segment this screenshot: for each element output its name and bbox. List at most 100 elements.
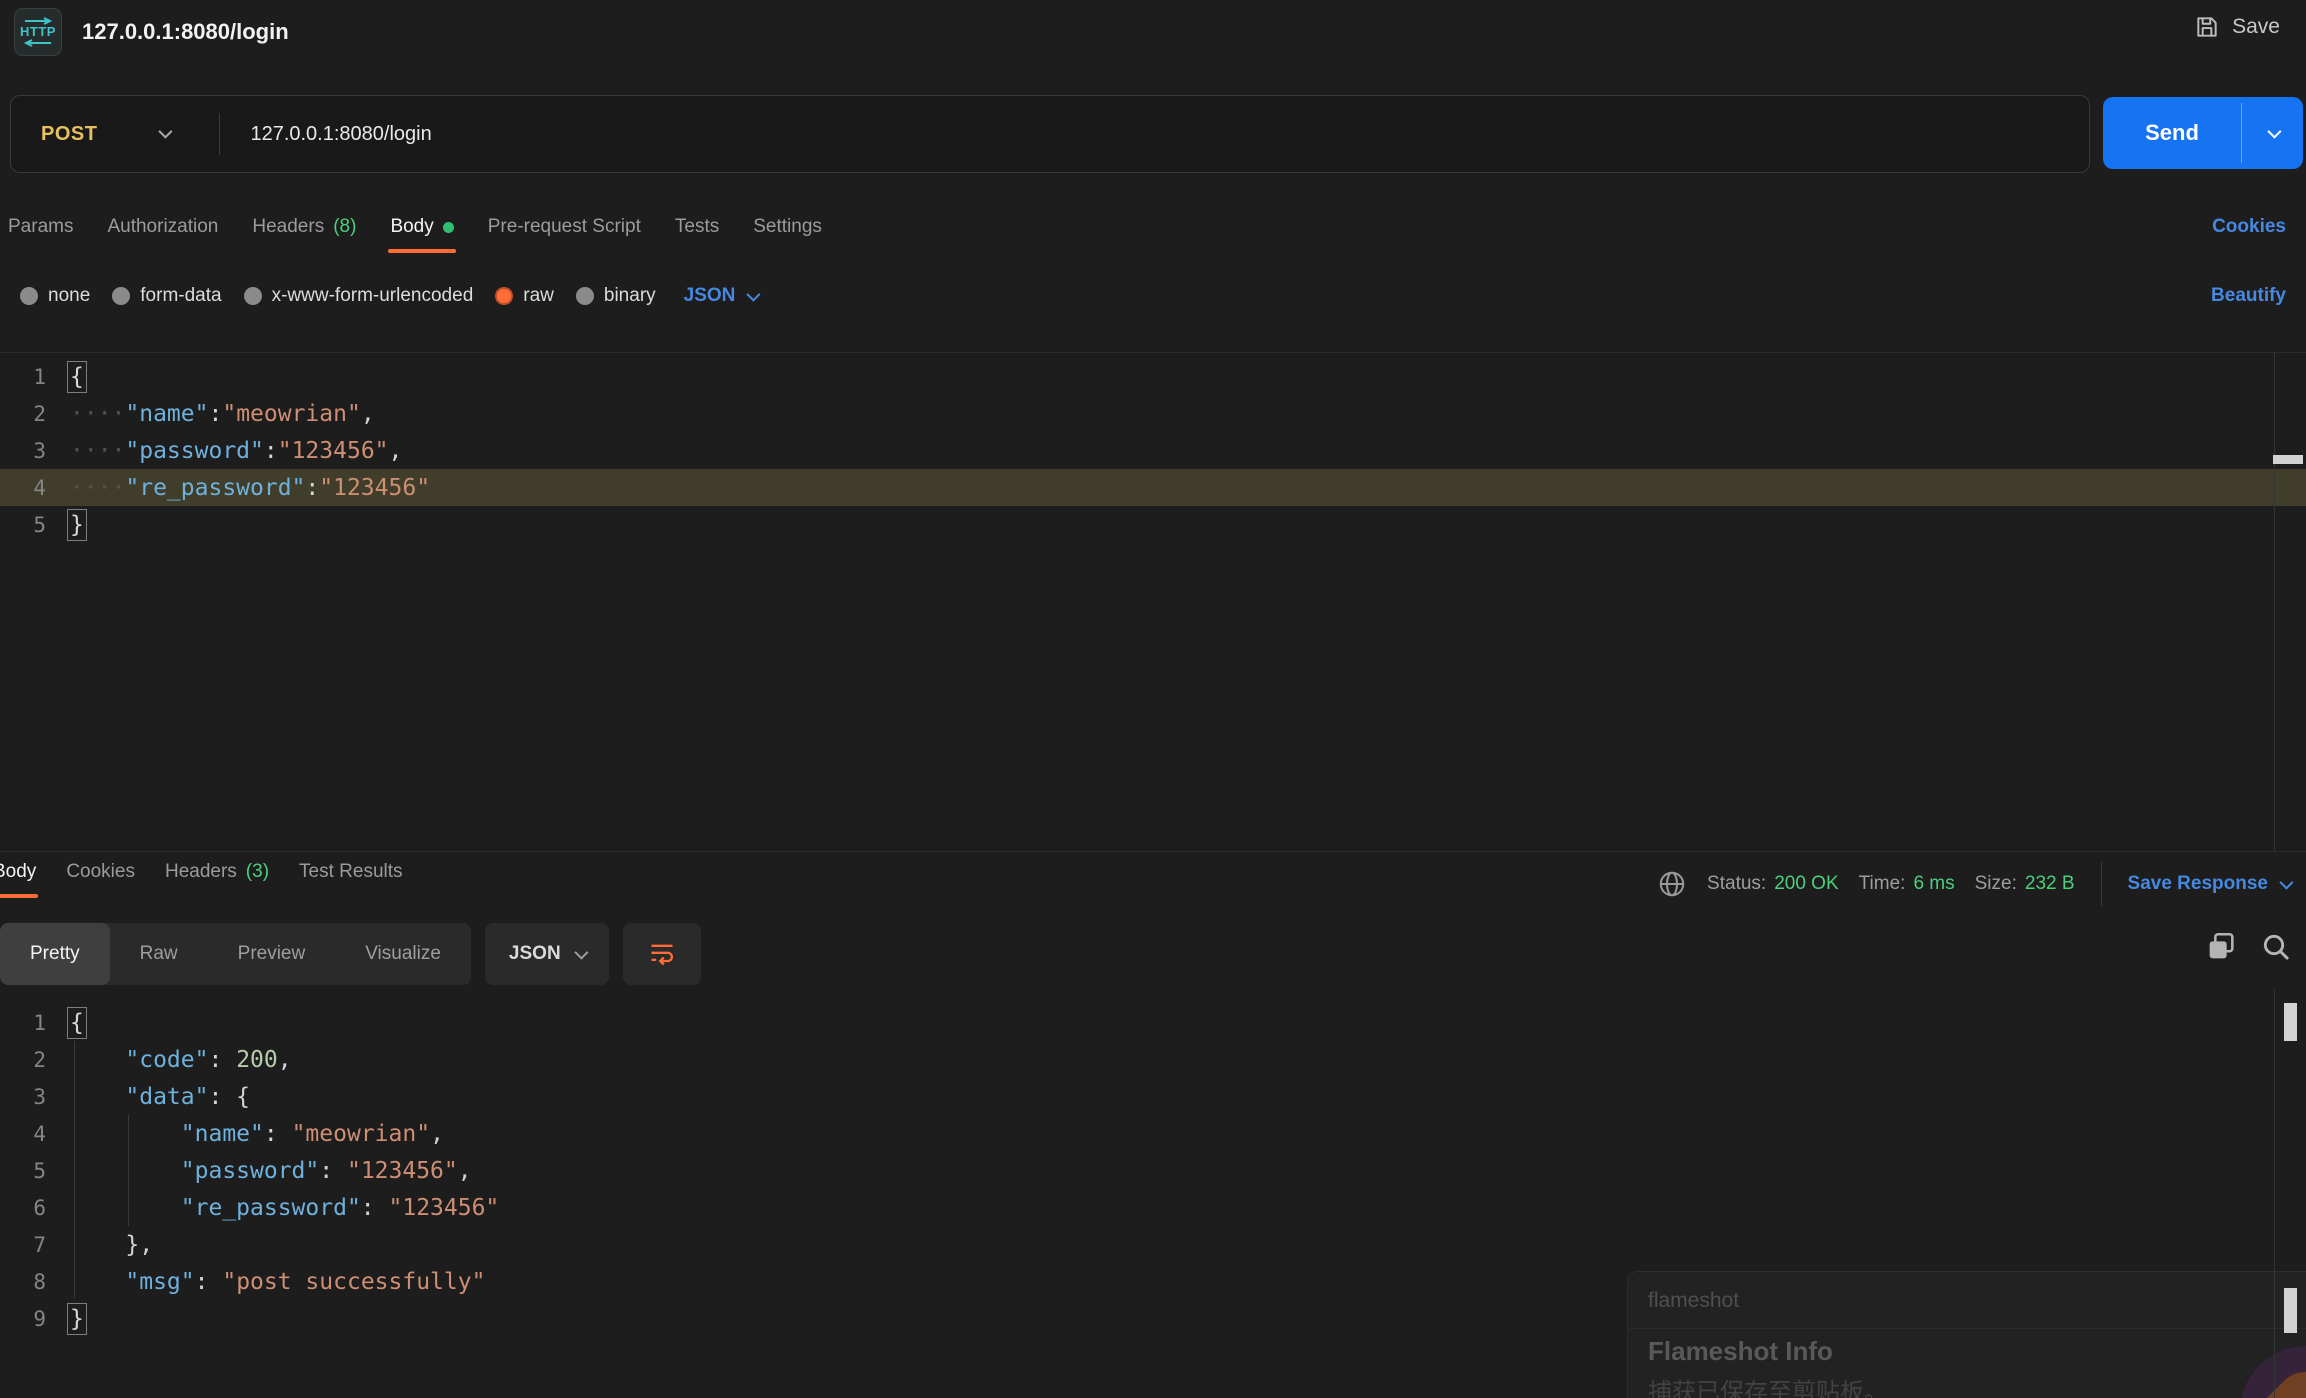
headers-count-badge: (8) xyxy=(333,216,356,238)
mode-raw[interactable]: raw xyxy=(495,285,554,307)
code-line[interactable]: 3····"password":"123456", xyxy=(0,432,2306,469)
tab-tests[interactable]: Tests xyxy=(675,216,719,253)
code-content[interactable]: "name": "meowrian", xyxy=(46,1121,444,1147)
code-line[interactable]: 5} xyxy=(0,506,2306,543)
response-view-segments: Pretty Raw Preview Visualize xyxy=(0,923,471,985)
meta-divider xyxy=(2101,862,2102,906)
mode-x-www-form-urlencoded[interactable]: x-www-form-urlencoded xyxy=(244,285,474,307)
response-tab-test-results[interactable]: Test Results xyxy=(299,861,402,898)
url-input[interactable]: 127.0.0.1:8080/login xyxy=(250,123,431,146)
code-line[interactable]: 2····"name":"meowrian", xyxy=(0,395,2306,432)
code-token: "post successfully" xyxy=(222,1269,485,1295)
response-tab-body[interactable]: Body xyxy=(0,861,36,898)
code-line[interactable]: 5 "password": "123456", xyxy=(0,1152,2306,1189)
code-token: }, xyxy=(125,1232,153,1258)
view-raw[interactable]: Raw xyxy=(110,923,208,985)
wrap-lines-button[interactable] xyxy=(623,923,701,985)
code-token: : xyxy=(319,1158,347,1184)
code-content[interactable]: { xyxy=(46,1010,84,1036)
response-tab-headers[interactable]: Headers(3) xyxy=(165,861,269,898)
code-token: ···· xyxy=(70,475,125,501)
view-pretty[interactable]: Pretty xyxy=(0,923,110,985)
code-line[interactable]: 1{ xyxy=(0,1004,2306,1041)
request-body-editor[interactable]: 1{2····"name":"meowrian",3····"password"… xyxy=(0,352,2306,857)
time-pair: Time: 6 ms xyxy=(1859,873,1955,895)
request-scroll-marker[interactable] xyxy=(2273,455,2303,464)
response-actions xyxy=(2204,930,2292,964)
radio-selected-icon[interactable] xyxy=(495,287,513,305)
response-scrollbar-thumb[interactable] xyxy=(2284,1288,2297,1333)
code-content[interactable]: "password": "123456", xyxy=(46,1158,472,1184)
request-editor-overview-ruler[interactable] xyxy=(2274,352,2275,851)
save-response-button[interactable]: Save Response xyxy=(2128,873,2290,895)
code-line[interactable]: 4····"re_password":"123456" xyxy=(0,469,2306,506)
code-token xyxy=(70,1047,125,1073)
code-content[interactable]: "msg": "post successfully" xyxy=(46,1269,485,1295)
tab-params[interactable]: Params xyxy=(8,216,73,253)
code-content[interactable]: ····"password":"123456", xyxy=(46,438,402,464)
response-editor-overview-ruler[interactable] xyxy=(2274,990,2275,1398)
code-line[interactable]: 7 }, xyxy=(0,1226,2306,1263)
view-preview[interactable]: Preview xyxy=(208,923,336,985)
mode-form-data[interactable]: form-data xyxy=(112,285,221,307)
chevron-down-icon xyxy=(747,288,761,302)
send-options-chevron-icon[interactable] xyxy=(2242,97,2303,169)
send-button-label[interactable]: Send xyxy=(2103,97,2241,169)
send-button[interactable]: Send xyxy=(2103,97,2303,169)
code-content[interactable]: { xyxy=(46,364,84,390)
request-title: 127.0.0.1:8080/login xyxy=(82,19,289,45)
view-visualize[interactable]: Visualize xyxy=(335,923,471,985)
radio-icon[interactable] xyxy=(20,287,38,305)
radio-icon[interactable] xyxy=(244,287,262,305)
line-number: 2 xyxy=(0,402,46,426)
line-number: 3 xyxy=(0,439,46,463)
code-token xyxy=(70,1269,125,1295)
method-selector[interactable]: POST xyxy=(41,123,97,146)
code-token: "name" xyxy=(125,401,208,427)
chevron-down-icon xyxy=(2279,876,2293,890)
tab-authorization[interactable]: Authorization xyxy=(107,216,218,253)
cookies-link[interactable]: Cookies xyxy=(2212,216,2286,238)
radio-icon[interactable] xyxy=(112,287,130,305)
code-content[interactable]: }, xyxy=(46,1232,153,1258)
code-line[interactable]: 1{ xyxy=(0,358,2306,395)
line-number: 7 xyxy=(0,1233,46,1257)
mode-binary[interactable]: binary xyxy=(576,285,656,307)
tab-body[interactable]: Body xyxy=(390,216,453,253)
radio-icon[interactable] xyxy=(576,287,594,305)
globe-icon[interactable] xyxy=(1657,869,1687,899)
code-content[interactable]: "re_password": "123456" xyxy=(46,1195,499,1221)
line-number: 5 xyxy=(0,513,46,537)
code-token xyxy=(70,1084,125,1110)
code-line[interactable]: 6 "re_password": "123456" xyxy=(0,1189,2306,1226)
tab-headers[interactable]: Headers(8) xyxy=(252,216,356,253)
copy-icon[interactable] xyxy=(2204,930,2238,964)
beautify-link[interactable]: Beautify xyxy=(2211,285,2286,307)
search-icon[interactable] xyxy=(2260,931,2292,963)
tab-pre-request-script[interactable]: Pre-request Script xyxy=(488,216,641,253)
size-pair: Size: 232 B xyxy=(1975,873,2075,895)
mode-none[interactable]: none xyxy=(20,285,90,307)
response-scrollbar-thumb[interactable] xyxy=(2284,1003,2297,1041)
code-content[interactable]: "code": 200, xyxy=(46,1047,292,1073)
tab-settings[interactable]: Settings xyxy=(753,216,822,253)
code-content[interactable]: } xyxy=(46,1306,84,1332)
code-token: } xyxy=(70,1306,84,1332)
size-value: 232 B xyxy=(2025,873,2075,895)
code-content[interactable]: ····"name":"meowrian", xyxy=(46,401,375,427)
raw-language-dropdown[interactable]: JSON xyxy=(684,285,758,307)
code-token: : xyxy=(208,1047,236,1073)
code-token: : xyxy=(305,475,319,501)
code-token: : xyxy=(195,1269,223,1295)
response-format-dropdown[interactable]: JSON xyxy=(485,923,609,985)
code-content[interactable]: ····"re_password":"123456" xyxy=(46,475,430,501)
request-url-bar: POST 127.0.0.1:8080/login xyxy=(10,95,2090,173)
response-tab-cookies[interactable]: Cookies xyxy=(66,861,135,898)
code-line[interactable]: 4 "name": "meowrian", xyxy=(0,1115,2306,1152)
code-line[interactable]: 2 "code": 200, xyxy=(0,1041,2306,1078)
save-button[interactable]: Save xyxy=(2194,14,2280,40)
method-dropdown-chevron-icon[interactable] xyxy=(159,125,169,143)
code-content[interactable]: } xyxy=(46,512,84,538)
code-content[interactable]: "data": { xyxy=(46,1084,250,1110)
code-line[interactable]: 3 "data": { xyxy=(0,1078,2306,1115)
